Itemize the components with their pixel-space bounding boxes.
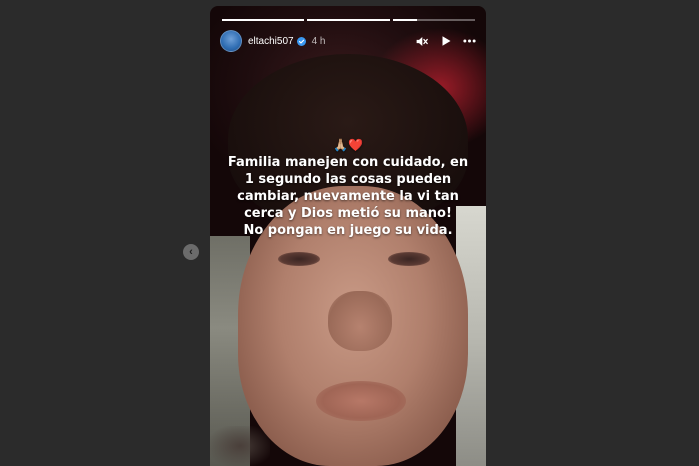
caption-line: cerca y Dios metió su mano! <box>244 206 452 221</box>
caption-line: 1 segundo las cosas pueden <box>244 172 452 187</box>
story-viewer: ‹ eltachi507 4 h 🙏🏼❤️ Familia manejen co… <box>0 0 699 466</box>
progress-segment <box>307 19 390 21</box>
play-icon[interactable] <box>439 35 452 48</box>
caption-emoji: 🙏🏼❤️ <box>333 138 363 152</box>
chevron-left-icon: ‹ <box>189 245 193 258</box>
speaker-muted-icon[interactable] <box>415 35 428 48</box>
username-link[interactable]: eltachi507 <box>248 36 294 47</box>
story-header: eltachi507 4 h <box>220 29 476 53</box>
caption-line: No pongan en juego su vida. <box>243 223 453 238</box>
caption-line: Familia manejen con cuidado, en <box>227 155 469 170</box>
story-actions <box>415 35 476 48</box>
story-caption: 🙏🏼❤️ Familia manejen con cuidado, en 1 s… <box>210 137 486 239</box>
previous-story-button[interactable]: ‹ <box>183 244 199 260</box>
progress-segment <box>392 19 475 21</box>
verified-badge-icon <box>296 36 306 46</box>
progress-segment <box>222 19 305 21</box>
more-options-icon[interactable] <box>463 35 476 48</box>
avatar[interactable] <box>220 30 242 52</box>
story-card[interactable]: eltachi507 4 h 🙏🏼❤️ Familia manejen con … <box>210 6 486 466</box>
story-progress-bar <box>222 19 475 21</box>
story-timestamp: 4 h <box>311 35 326 47</box>
caption-line: cambiar, nuevamente la vi tan <box>237 189 459 204</box>
